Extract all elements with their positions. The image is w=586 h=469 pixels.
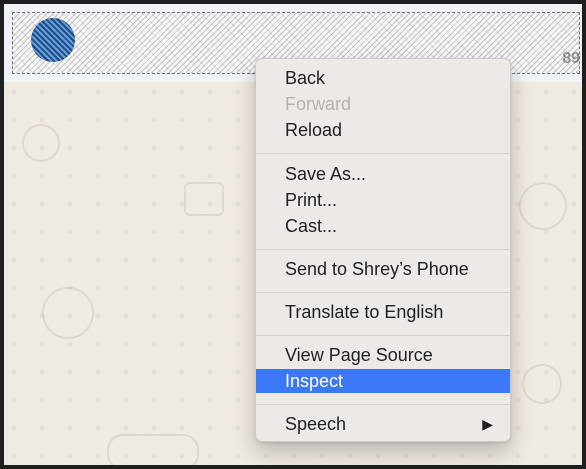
menu-item-back[interactable]: Back [256,66,510,90]
menu-item-forward: Forward [285,94,352,114]
menu-item-speech-label: Speech [285,414,347,434]
menu-item-print[interactable]: Print... [256,188,510,212]
menu-item-save-as[interactable]: Save As... [256,162,510,186]
wallpaper-doodle-circle-icon [22,124,60,162]
wallpaper-doodle-square-icon [184,182,224,216]
menu-separator [256,335,510,336]
wallpaper-doodle-circle-icon [522,364,562,404]
menu-separator [256,292,510,293]
submenu-arrow-icon: ▶ [482,416,493,432]
menu-item-view-page-source[interactable]: View Page Source [256,343,510,367]
menu-item-speech[interactable]: Speech ▶ [256,412,510,436]
contact-avatar[interactable] [31,18,75,62]
menu-item-translate[interactable]: Translate to English [256,300,510,324]
wallpaper-doodle-circle-icon [519,182,567,230]
menu-item-send-to-phone[interactable]: Send to Shrey’s Phone [256,257,510,281]
menu-item-cast[interactable]: Cast... [256,214,510,238]
menu-separator [256,249,510,250]
menu-separator [256,404,510,405]
menu-item-inspect[interactable]: Inspect [256,369,510,393]
context-menu: Back Forward Reload Save As... Print... … [255,58,511,442]
chat-status-tail: 89 [562,50,580,67]
wallpaper-doodle-capsule-icon [107,434,199,465]
menu-item-reload[interactable]: Reload [256,118,510,142]
wallpaper-doodle-circle-icon [42,287,94,339]
menu-separator [256,153,510,154]
